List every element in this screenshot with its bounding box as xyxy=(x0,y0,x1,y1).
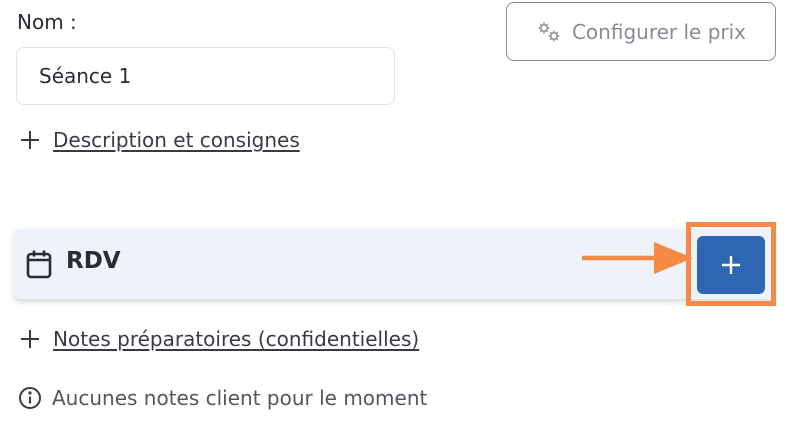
configure-price-label: Configurer le prix xyxy=(571,19,747,44)
empty-notes-message: Aucunes notes client pour le moment xyxy=(18,386,427,410)
plus-icon xyxy=(722,256,740,274)
info-icon xyxy=(19,387,41,409)
add-notes-link[interactable]: Notes préparatoires (confidentielles) xyxy=(19,327,419,351)
empty-notes-text: Aucunes notes client pour le moment xyxy=(52,386,428,410)
plus-icon xyxy=(21,131,39,149)
calendar-icon xyxy=(26,250,52,279)
rdv-title: RDV xyxy=(66,248,121,274)
name-label: Nom : xyxy=(17,10,77,34)
configure-price-button[interactable]: Configurer le prix xyxy=(506,2,776,61)
add-rdv-button[interactable] xyxy=(697,236,765,294)
add-description-label: Description et consignes xyxy=(53,128,300,152)
gears-icon xyxy=(538,22,560,41)
add-description-link[interactable]: Description et consignes xyxy=(19,128,300,152)
add-notes-label: Notes préparatoires (confidentielles) xyxy=(53,327,420,351)
name-input-value: Séance 1 xyxy=(39,64,132,88)
arrow-annotation xyxy=(582,242,693,274)
name-input[interactable]: Séance 1 xyxy=(16,47,395,105)
plus-icon xyxy=(21,330,39,348)
